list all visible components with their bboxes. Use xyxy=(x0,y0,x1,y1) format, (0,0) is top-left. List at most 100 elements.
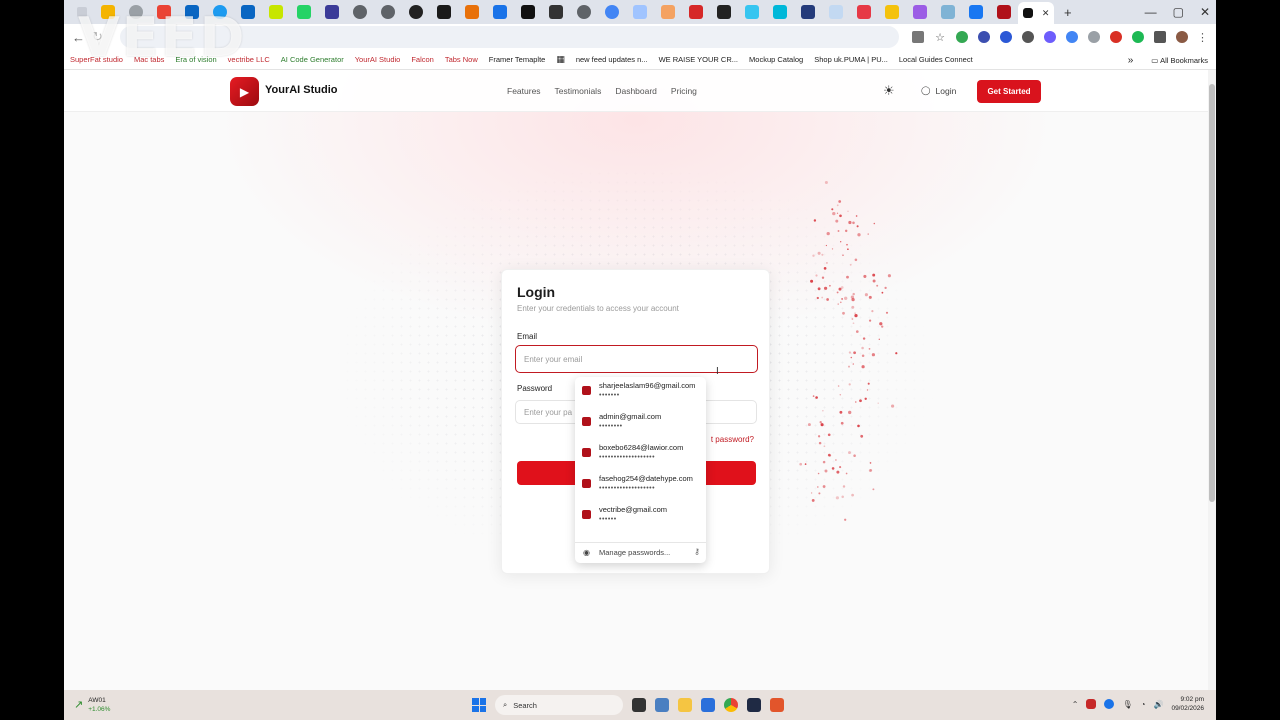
extension-icon[interactable] xyxy=(1132,31,1144,43)
tab-favicon[interactable] xyxy=(521,5,535,19)
bookmark-item[interactable]: AI Code Generator xyxy=(281,55,344,64)
tab-favicon[interactable] xyxy=(381,5,395,19)
tab-favicon[interactable] xyxy=(577,5,591,19)
star-bookmark-icon[interactable]: ☆ xyxy=(935,31,945,44)
all-bookmarks-folder[interactable]: ▭ All Bookmarks xyxy=(1151,56,1208,65)
new-tab-button[interactable]: + xyxy=(1064,5,1072,20)
extension-icon[interactable] xyxy=(1000,31,1012,43)
tab-favicon[interactable] xyxy=(605,5,619,19)
tab-favicon[interactable] xyxy=(829,5,843,19)
browser-menu-icon[interactable]: ⋮ xyxy=(1197,31,1208,44)
tab-favicon[interactable] xyxy=(997,5,1011,19)
bookmark-item[interactable]: Shop uk.PUMA | PU... xyxy=(814,55,888,64)
profile-avatar[interactable] xyxy=(1176,31,1188,43)
tab-favicon[interactable] xyxy=(801,5,815,19)
maximize-button[interactable]: ▢ xyxy=(1173,5,1184,19)
microphone-icon[interactable]: 🎙 xyxy=(1122,700,1132,709)
back-arrow-icon[interactable]: ← xyxy=(72,30,92,45)
autofill-account-item[interactable]: vectribe@gmail.com •••••• xyxy=(575,501,706,532)
extension-icon[interactable] xyxy=(1066,31,1078,43)
tab-favicon[interactable] xyxy=(213,5,227,19)
forgot-password-link[interactable]: t password? xyxy=(711,435,754,444)
file-explorer-icon[interactable] xyxy=(678,698,692,712)
task-view-icon[interactable] xyxy=(632,698,646,712)
tray-app-icon[interactable] xyxy=(1086,699,1097,709)
app-icon[interactable] xyxy=(770,698,784,712)
more-bookmarks-button[interactable]: » xyxy=(1128,55,1134,66)
address-bar[interactable] xyxy=(120,26,900,48)
stock-widget[interactable]: ↗ AW01 +1.06% xyxy=(74,696,110,714)
app-icon[interactable] xyxy=(747,698,761,712)
theme-toggle-sun-icon[interactable]: ☀ xyxy=(883,83,895,99)
tab-favicon[interactable] xyxy=(689,5,703,19)
tab-favicon[interactable] xyxy=(913,5,927,19)
bookmark-item[interactable]: Framer Temaplte xyxy=(489,55,546,64)
tray-app-icon[interactable] xyxy=(1104,699,1115,709)
bookmark-item[interactable]: vectribe LLC xyxy=(228,55,270,64)
tab-favicon[interactable] xyxy=(661,5,675,19)
bookmark-item[interactable]: Mac tabs xyxy=(134,55,164,64)
tab-favicon[interactable] xyxy=(437,5,451,19)
bookmark-item[interactable]: Local Guides Connect xyxy=(899,55,973,64)
autofill-account-item[interactable]: fasehog254@datehype.com ••••••••••••••••… xyxy=(575,470,706,501)
bookmark-item[interactable]: Falcon xyxy=(411,55,434,64)
windows-start-icon[interactable] xyxy=(472,698,486,712)
tab-favicon[interactable] xyxy=(465,5,479,19)
tab-favicon[interactable] xyxy=(745,5,759,19)
email-input[interactable]: Enter your email xyxy=(515,345,758,373)
nav-link-testimonials[interactable]: Testimonials xyxy=(555,86,602,96)
page-scrollbar[interactable] xyxy=(1208,70,1216,690)
nav-link-dashboard[interactable]: Dashboard xyxy=(615,86,657,96)
tab-favicon[interactable] xyxy=(101,5,115,19)
manage-passwords-link[interactable]: ◉ Manage passwords... xyxy=(583,548,701,557)
extension-icon[interactable] xyxy=(1022,31,1034,43)
password-key-icon[interactable] xyxy=(912,31,925,43)
bookmark-item[interactable]: Tabs Now xyxy=(445,55,478,64)
tab-favicon[interactable] xyxy=(773,5,787,19)
bookmark-item[interactable]: SuperFat studio xyxy=(70,55,123,64)
window-close-button[interactable]: ✕ xyxy=(1200,5,1210,19)
extension-icon[interactable] xyxy=(956,31,968,43)
bookmark-item[interactable]: Mockup Catalog xyxy=(749,55,803,64)
taskbar-search[interactable]: ⌕ Search xyxy=(495,695,623,715)
tab-favicon[interactable] xyxy=(717,5,731,19)
chrome-taskbar-icon[interactable] xyxy=(724,698,738,712)
brand-name[interactable]: YourAI Studio xyxy=(265,84,338,96)
bookmark-item[interactable]: YourAI Studio xyxy=(355,55,401,64)
tab-close-icon[interactable]: ✕ xyxy=(1042,8,1050,19)
tab-favicon[interactable] xyxy=(353,5,367,19)
bookmark-item[interactable]: new feed updates n... xyxy=(576,55,648,64)
tab-favicon[interactable] xyxy=(157,5,171,19)
wifi-icon[interactable]: ◔ xyxy=(1141,700,1146,709)
tab-favicon[interactable] xyxy=(269,5,283,19)
tab-favicon[interactable] xyxy=(969,5,983,19)
tab-favicon[interactable] xyxy=(857,5,871,19)
play-logo-icon[interactable]: ▶ xyxy=(230,77,259,106)
tab-favicon[interactable] xyxy=(409,5,423,19)
extension-icon[interactable] xyxy=(1110,31,1122,43)
autofill-account-item[interactable]: admin@gmail.com •••••••• xyxy=(575,408,706,439)
reload-icon[interactable]: ↻ xyxy=(92,29,112,45)
autofill-account-item[interactable]: boxebo6284@lawior.com ••••••••••••••••••… xyxy=(575,439,706,470)
apps-grid-icon[interactable]: ▦ xyxy=(556,54,565,65)
extension-icon[interactable] xyxy=(1044,31,1056,43)
tab-favicon[interactable] xyxy=(129,5,143,19)
tab-favicon[interactable] xyxy=(633,5,647,19)
nav-login-link[interactable]: ◯ Login xyxy=(921,85,956,96)
bookmark-item[interactable]: WE RAISE YOUR CR... xyxy=(659,55,738,64)
bookmark-item[interactable]: Era of vision xyxy=(175,55,216,64)
volume-icon[interactable]: 🔊 xyxy=(1153,700,1163,709)
app-icon[interactable] xyxy=(655,698,669,712)
chevron-up-icon[interactable]: ⌃ xyxy=(1072,700,1079,709)
extension-icon[interactable] xyxy=(978,31,990,43)
tab-favicon[interactable] xyxy=(549,5,563,19)
tab-favicon[interactable] xyxy=(241,5,255,19)
autofill-account-item[interactable]: sharjeelaslam96@gmail.com ••••••• xyxy=(575,377,706,408)
key-icon[interactable]: ⚷ xyxy=(694,547,700,556)
system-clock[interactable]: 9:02 pm 09/02/2026 xyxy=(1171,695,1204,713)
store-icon[interactable] xyxy=(701,698,715,712)
nav-link-features[interactable]: Features xyxy=(507,86,541,96)
get-started-button[interactable]: Get Started xyxy=(977,80,1041,103)
scrollbar-thumb[interactable] xyxy=(1209,84,1215,502)
tab-favicon[interactable] xyxy=(885,5,899,19)
